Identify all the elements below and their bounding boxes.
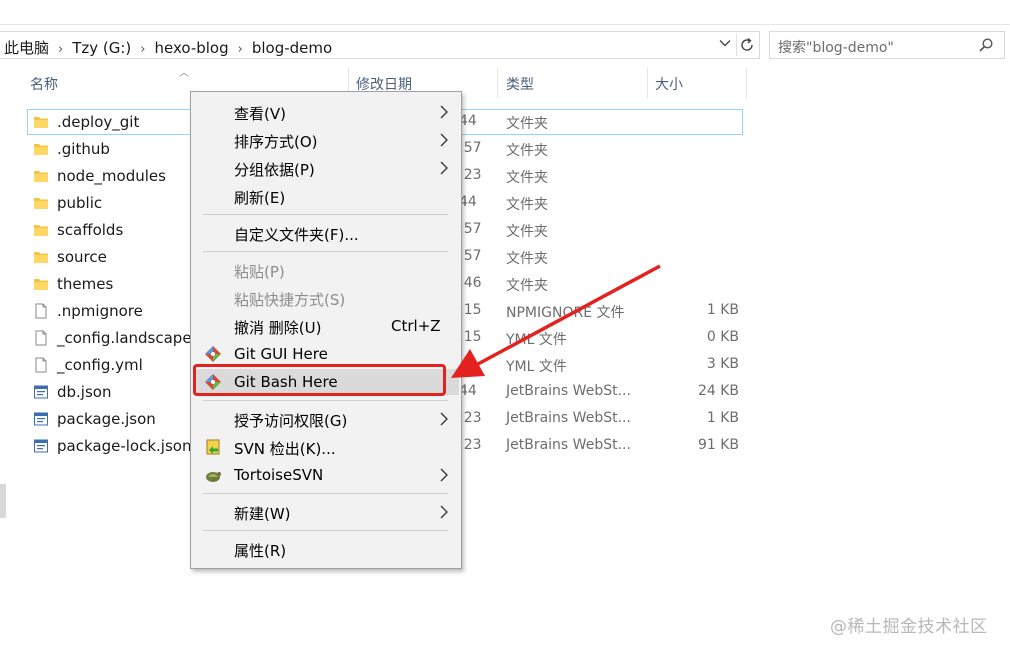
watermark: @稀土掘金技术社区 — [830, 617, 988, 637]
annotation-arrow — [451, 264, 661, 378]
